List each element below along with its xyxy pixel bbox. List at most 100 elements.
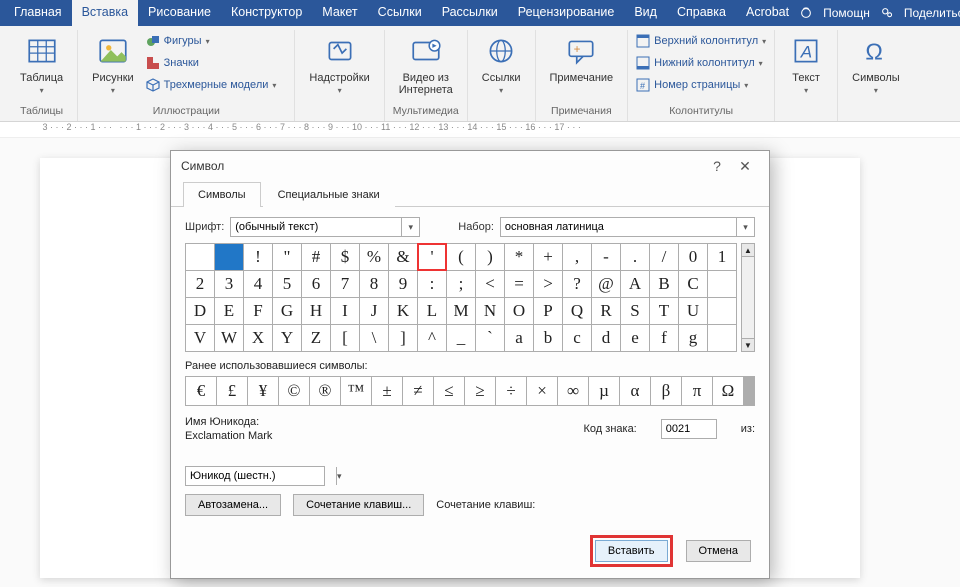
recent-cell[interactable]: Ω [713, 377, 743, 405]
recent-cell[interactable]: ± [372, 377, 402, 405]
symbol-cell[interactable]: E [215, 298, 243, 324]
symbol-cell[interactable]: < [476, 271, 504, 297]
symbol-cell[interactable]: d [592, 325, 620, 351]
symbol-cell[interactable]: : [418, 271, 446, 297]
symbol-cell[interactable]: g [679, 325, 707, 351]
font-caret[interactable]: ▾ [401, 218, 419, 236]
header-top-button[interactable]: Верхний колонтитул▾ [636, 32, 766, 50]
symbol-cell[interactable]: K [389, 298, 417, 324]
symbol-cell[interactable]: % [360, 244, 388, 270]
symbol-cell[interactable]: > [534, 271, 562, 297]
page-number-button[interactable]: #Номер страницы▾ [636, 76, 766, 94]
symbol-cell[interactable] [708, 325, 736, 351]
symbol-cell[interactable]: V [186, 325, 214, 351]
3dmodels-button[interactable]: Трехмерные модели▾ [146, 76, 277, 94]
close-button[interactable]: ✕ [731, 158, 759, 175]
symbol-cell[interactable]: , [563, 244, 591, 270]
symbol-cell[interactable]: # [302, 244, 330, 270]
symbol-cell[interactable]: D [186, 298, 214, 324]
symbol-cell[interactable]: 1 [708, 244, 736, 270]
symbol-cell[interactable]: ' [418, 244, 446, 270]
symbol-cell[interactable]: H [302, 298, 330, 324]
set-select[interactable] [501, 221, 736, 233]
shortcut-button[interactable]: Сочетание клавиш... [293, 494, 424, 516]
symbol-cell[interactable]: ^ [418, 325, 446, 351]
symbol-cell[interactable]: b [534, 325, 562, 351]
insert-button[interactable]: Вставить [595, 540, 668, 562]
recent-cell[interactable]: ÷ [496, 377, 526, 405]
symbol-cell[interactable]: . [621, 244, 649, 270]
tab-special[interactable]: Специальные знаки [263, 182, 395, 207]
symbol-cell[interactable]: M [447, 298, 475, 324]
symbol-cell[interactable]: ] [389, 325, 417, 351]
symbol-cell[interactable]: ? [563, 271, 591, 297]
text-button[interactable]: A Текст▾ [783, 30, 829, 100]
symbol-cell[interactable]: * [505, 244, 533, 270]
table-button[interactable]: Таблица▾ [14, 30, 69, 100]
symbol-cell[interactable]: 3 [215, 271, 243, 297]
menu-tab-8[interactable]: Вид [624, 0, 667, 26]
from-select[interactable] [186, 470, 336, 482]
symbol-cell[interactable]: = [505, 271, 533, 297]
recent-cell[interactable]: β [651, 377, 681, 405]
symbol-cell[interactable]: ; [447, 271, 475, 297]
symbol-cell[interactable]: 0 [679, 244, 707, 270]
recent-cell[interactable]: ≤ [434, 377, 464, 405]
recent-cell[interactable]: ¥ [248, 377, 278, 405]
symbol-cell[interactable]: Y [273, 325, 301, 351]
symbol-cell[interactable]: O [505, 298, 533, 324]
menu-tab-5[interactable]: Ссылки [368, 0, 432, 26]
symbol-cell[interactable]: e [621, 325, 649, 351]
recent-cell[interactable]: £ [217, 377, 247, 405]
menu-tab-1[interactable]: Вставка [72, 0, 138, 26]
header-bottom-button[interactable]: Нижний колонтитул▾ [636, 54, 766, 72]
font-select[interactable] [231, 221, 401, 233]
recent-cell[interactable]: ® [310, 377, 340, 405]
tell-me-label[interactable]: Помощн [823, 6, 870, 20]
symbol-cell[interactable]: 9 [389, 271, 417, 297]
symbol-cell[interactable]: 8 [360, 271, 388, 297]
shapes-button[interactable]: Фигуры▾ [146, 32, 277, 50]
menu-tab-10[interactable]: Acrobat [736, 0, 799, 26]
symbol-cell[interactable]: B [650, 271, 678, 297]
symbol-cell[interactable]: U [679, 298, 707, 324]
menu-tab-4[interactable]: Макет [312, 0, 367, 26]
symbol-cell[interactable]: P [534, 298, 562, 324]
symbol-cell[interactable]: Q [563, 298, 591, 324]
grid-scroll-down[interactable]: ▼ [741, 338, 755, 352]
symbol-cell[interactable] [708, 298, 736, 324]
symbol-cell[interactable]: @ [592, 271, 620, 297]
set-caret[interactable]: ▾ [736, 218, 754, 236]
menu-tab-7[interactable]: Рецензирование [508, 0, 625, 26]
recent-cell[interactable]: µ [589, 377, 619, 405]
symbol-cell[interactable]: ) [476, 244, 504, 270]
addins-button[interactable]: Надстройки▾ [303, 30, 375, 100]
symbol-cell[interactable]: C [679, 271, 707, 297]
comment-button[interactable]: + Примечание [544, 30, 620, 88]
grid-scroll-track[interactable] [741, 257, 755, 338]
symbols-button[interactable]: Ω Символы▾ [846, 30, 906, 100]
symbol-cell[interactable]: L [418, 298, 446, 324]
symbol-cell[interactable] [708, 271, 736, 297]
links-button[interactable]: Ссылки▾ [476, 30, 527, 100]
recent-cell[interactable]: ∞ [558, 377, 588, 405]
recent-cell[interactable]: ™ [341, 377, 371, 405]
symbol-cell[interactable]: R [592, 298, 620, 324]
online-video-button[interactable]: Видео из Интернета [393, 30, 459, 100]
recent-cell[interactable]: α [620, 377, 650, 405]
share-label[interactable]: Поделиться [904, 6, 960, 20]
symbol-cell[interactable]: + [534, 244, 562, 270]
symbol-cell[interactable]: 6 [302, 271, 330, 297]
cancel-button[interactable]: Отмена [686, 540, 751, 562]
tab-symbols[interactable]: Символы [183, 182, 261, 207]
recent-cell[interactable]: π [682, 377, 712, 405]
symbol-cell[interactable]: N [476, 298, 504, 324]
menu-tab-0[interactable]: Главная [4, 0, 72, 26]
symbol-cell[interactable]: f [650, 325, 678, 351]
autocorrect-button[interactable]: Автозамена... [185, 494, 281, 516]
symbol-cell[interactable]: ( [447, 244, 475, 270]
icons-button[interactable]: Значки [146, 54, 277, 72]
symbol-cell[interactable]: J [360, 298, 388, 324]
symbol-cell[interactable]: [ [331, 325, 359, 351]
from-caret[interactable]: ▾ [336, 467, 342, 485]
